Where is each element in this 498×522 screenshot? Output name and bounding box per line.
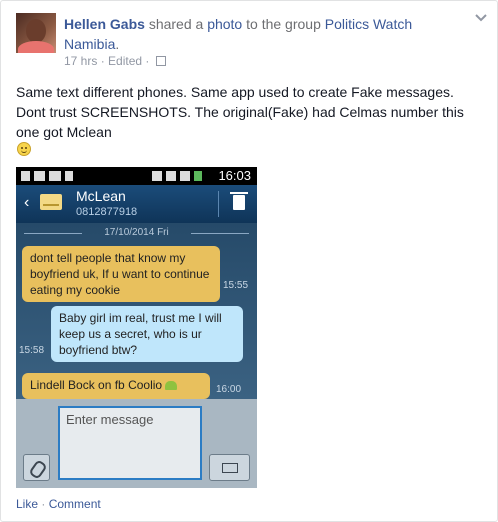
message-time-3: 16:00 xyxy=(216,384,242,395)
signal-icon xyxy=(180,171,190,181)
group-suffix: . xyxy=(115,36,120,52)
battery-icon xyxy=(194,171,202,181)
phone-status-bar: 16:03 xyxy=(16,167,257,185)
message-thread: 17/10/2014 Fri dont tell people that kno… xyxy=(16,223,257,399)
android-emoji-icon xyxy=(165,381,178,390)
contact-number: 0812877918 xyxy=(76,206,138,218)
download-icon xyxy=(65,171,73,181)
to-group-text: to the group xyxy=(246,16,321,32)
edited-label[interactable]: Edited xyxy=(108,54,142,68)
post-header: Hellen Gabs shared a photo to the group … xyxy=(64,14,464,54)
paperclip-icon xyxy=(23,454,50,481)
message-time-1: 15:55 xyxy=(223,280,249,291)
chevron-down-icon[interactable] xyxy=(474,12,488,24)
contact-name: McLean xyxy=(76,188,126,204)
timestamp[interactable]: 17 hrs xyxy=(64,54,97,68)
author-avatar[interactable] xyxy=(16,13,56,53)
date-divider: 17/10/2014 Fri xyxy=(16,227,257,238)
like-link[interactable]: Like xyxy=(16,497,38,511)
comment-link[interactable]: Comment xyxy=(49,497,101,511)
received-message-2: Lindell Bock on fb Coolio xyxy=(22,373,210,399)
post-actions: Like · Comment xyxy=(16,497,101,511)
post-text: Same text different phones. Same app use… xyxy=(16,84,464,140)
facebook-icon xyxy=(34,171,45,181)
phone-clock: 16:03 xyxy=(218,168,251,183)
audience-icon[interactable] xyxy=(155,56,166,66)
photo-link[interactable]: photo xyxy=(207,16,242,32)
smiley-emoji-icon xyxy=(17,142,31,156)
back-arrow-icon: ‹ xyxy=(24,194,30,211)
alarm-icon xyxy=(152,171,162,181)
author-link[interactable]: Hellen Gabs xyxy=(64,16,145,32)
compose-bar: Enter message xyxy=(16,399,257,488)
received-message-1: dont tell people that know my boyfriend … xyxy=(22,246,220,302)
conversation-header: ‹ McLean 0812877918 xyxy=(16,185,257,223)
action-text: shared a xyxy=(148,16,204,32)
post-meta: 17 hrs · Edited · xyxy=(64,54,166,68)
received-message-2-text: Lindell Bock on fb Coolio xyxy=(30,378,163,392)
send-icon xyxy=(209,454,250,481)
message-time-2: 15:58 xyxy=(19,345,45,356)
notification-icon xyxy=(21,171,30,181)
feed-post: Hellen Gabs shared a photo to the group … xyxy=(0,0,498,522)
compose-input: Enter message xyxy=(58,406,202,480)
trash-icon xyxy=(230,192,248,210)
wifi-icon xyxy=(166,171,176,181)
header-divider xyxy=(218,191,219,217)
attached-photo[interactable]: 16:03 ‹ McLean 0812877918 17/10/2014 Fri… xyxy=(16,167,257,488)
action-separator: · xyxy=(41,497,46,511)
envelope-icon xyxy=(40,194,62,210)
sent-message: Baby girl im real, trust me I will keep … xyxy=(51,306,243,362)
gmail-icon xyxy=(49,171,61,181)
